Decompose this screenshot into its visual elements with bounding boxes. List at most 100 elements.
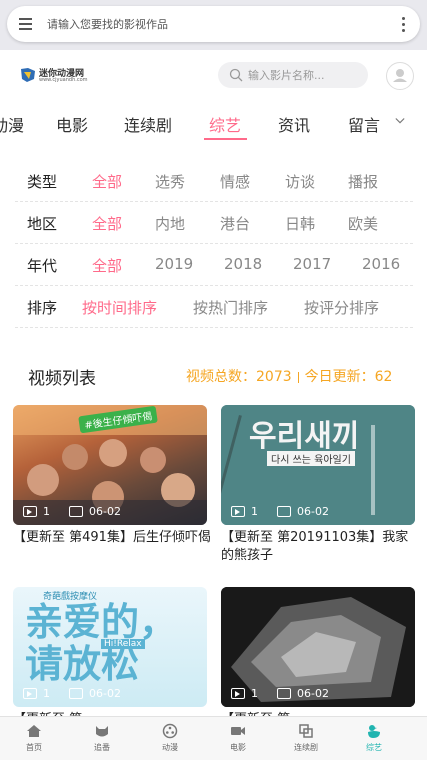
play-icon [23,506,37,517]
cat-icon [96,726,108,737]
today-count: 今日更新：62 [304,369,393,385]
list-icon [69,688,83,699]
active-tab-indicator [204,138,247,140]
filter-label: 地区 [27,215,58,233]
stats-divider [297,371,299,383]
bottom-nav-variety[interactable]: 综艺 [340,717,408,760]
list-icon [69,506,83,517]
episode-count: 1 [251,505,258,518]
video-thumbnail[interactable]: 奇葩戲按摩仪 亲爱的，请放松 Hi!Relax 1 06-02 [13,587,207,707]
update-date: 06-02 [89,505,121,518]
tab-news[interactable]: 资讯 [278,112,310,136]
video-camera-icon [231,727,245,735]
episode-count: 1 [43,687,50,700]
user-avatar[interactable] [386,62,414,90]
bottom-nav-label: 电影 [230,743,246,752]
bottom-nav-label: 综艺 [366,743,382,752]
bottom-nav-series[interactable]: 连续剧 [272,717,340,760]
episode-count: 1 [251,687,258,700]
layers-icon [299,724,313,738]
tab-movie[interactable]: 电影 [56,112,88,136]
site-header: 迷你动漫网 www.cjyuandh.com [0,50,427,100]
filter-row-sort: 排序 按时间排序 按热门排序 按评分排序 [15,286,413,328]
category-tabs: 动漫 电影 连续剧 综艺 资讯 留言 [0,100,427,144]
video-card[interactable]: #後生仔傾吓偈 1 06-02 【更新至 第491集】后生仔倾吓偈 [13,405,211,565]
bottom-nav-anime[interactable]: 动漫 [136,717,204,760]
tab-series[interactable]: 连续剧 [124,112,172,136]
bottom-nav-home[interactable]: 首页 [0,717,68,760]
filter-label: 排序 [27,299,58,317]
site-search-box[interactable] [218,62,368,88]
update-date: 06-02 [89,687,121,700]
list-icon [277,688,291,699]
filter-option[interactable]: 播报 [348,171,378,192]
bottom-nav-label: 追番 [94,743,110,752]
tab-anime[interactable]: 动漫 [0,112,24,136]
video-stats: 视频总数：2073 今日更新：62 [186,366,392,386]
video-title[interactable]: 【更新至 第20191103集】我家的熊孩子 [221,529,421,565]
video-title[interactable]: 【更新至 第491集】后生仔倾吓偈 [13,529,213,547]
user-icon [393,69,407,82]
filter-option[interactable]: 内地 [155,213,185,234]
play-icon [23,688,37,699]
video-thumbnail[interactable]: 우리새끼 다시 쓰는 육아일기 1 06-02 [221,405,415,525]
filter-row-year: 年代 全部 2019 2018 2017 2016 [15,244,413,286]
episode-count: 1 [43,505,50,518]
filter-row-region: 地区 全部 内地 港台 日韩 欧美 [15,202,413,244]
browser-search-placeholder[interactable]: 请输入您要找的影视作品 [47,16,168,32]
logo-mark-icon [21,68,35,82]
logo-subtext: www.cjyuandh.com [39,77,88,83]
filter-option[interactable]: 欧美 [348,213,378,234]
list-icon [277,506,291,517]
tab-guestbook[interactable]: 留言 [348,112,380,136]
play-icon [231,688,245,699]
filter-option[interactable]: 情感 [220,171,250,192]
browser-search-bar[interactable]: 请输入您要找的影视作品 [7,6,420,42]
filter-option[interactable]: 2018 [224,255,262,273]
filter-option[interactable]: 按热门排序 [193,297,268,318]
bottom-nav-follow[interactable]: 追番 [68,717,136,760]
filter-option[interactable]: 访谈 [285,171,315,192]
menu-icon[interactable] [19,17,33,31]
filter-option[interactable]: 按评分排序 [304,297,379,318]
filter-row-type: 类型 全部 选秀 情感 访谈 播报 [15,160,413,202]
thumbnail-caption: 우리새끼 [249,419,360,454]
filter-option[interactable]: 2016 [362,255,400,273]
filter-option[interactable]: 选秀 [155,171,185,192]
filter-option[interactable]: 全部 [92,255,122,276]
total-count: 视频总数：2073 [186,369,292,385]
video-card[interactable]: 奇葩戲按摩仪 亲爱的，请放松 Hi!Relax 1 06-02 【更新至 第 [13,587,207,727]
chevron-down-icon[interactable] [395,116,405,126]
video-thumbnail[interactable]: #後生仔傾吓偈 1 06-02 [13,405,207,525]
filter-label: 年代 [27,257,58,275]
bottom-nav-label: 动漫 [162,743,178,752]
filter-option[interactable]: 全部 [92,213,122,234]
filter-option[interactable]: 港台 [220,213,250,234]
play-icon [231,506,245,517]
bottom-nav-movie[interactable]: 电影 [204,717,272,760]
thumbnail-subcaption: Hi!Relax [101,639,145,649]
site-search-input[interactable] [248,66,358,84]
browser-bar: 请输入您要找的影视作品 [0,0,427,50]
search-icon[interactable] [229,68,243,82]
filter-label: 类型 [27,173,58,191]
tab-variety[interactable]: 综艺 [209,112,241,136]
filter-option[interactable]: 2019 [155,255,193,273]
video-list-title: 视频列表 [28,369,96,389]
film-reel-icon [162,723,178,739]
bottom-nav-label: 连续剧 [294,743,318,752]
more-vertical-icon[interactable] [402,16,406,32]
duck-icon [368,725,380,738]
bottom-nav: 首页 追番 动漫 电影 连续剧 综艺 [0,716,427,760]
filter-option[interactable]: 日韩 [285,213,315,234]
update-date: 06-02 [297,687,329,700]
thumbnail-subcaption: 다시 쓰는 육아일기 [267,451,355,466]
video-card[interactable]: 우리새끼 다시 쓰는 육아일기 1 06-02 【更新至 第20191103集】… [221,405,415,565]
filter-option[interactable]: 按时间排序 [82,297,157,318]
video-card[interactable]: 1 06-02 【更新至 第 [221,587,415,727]
home-icon [27,725,41,737]
bottom-nav-label: 首页 [26,743,42,752]
video-thumbnail[interactable]: 1 06-02 [221,587,415,707]
filter-option[interactable]: 全部 [92,171,122,192]
filter-option[interactable]: 2017 [293,255,331,273]
